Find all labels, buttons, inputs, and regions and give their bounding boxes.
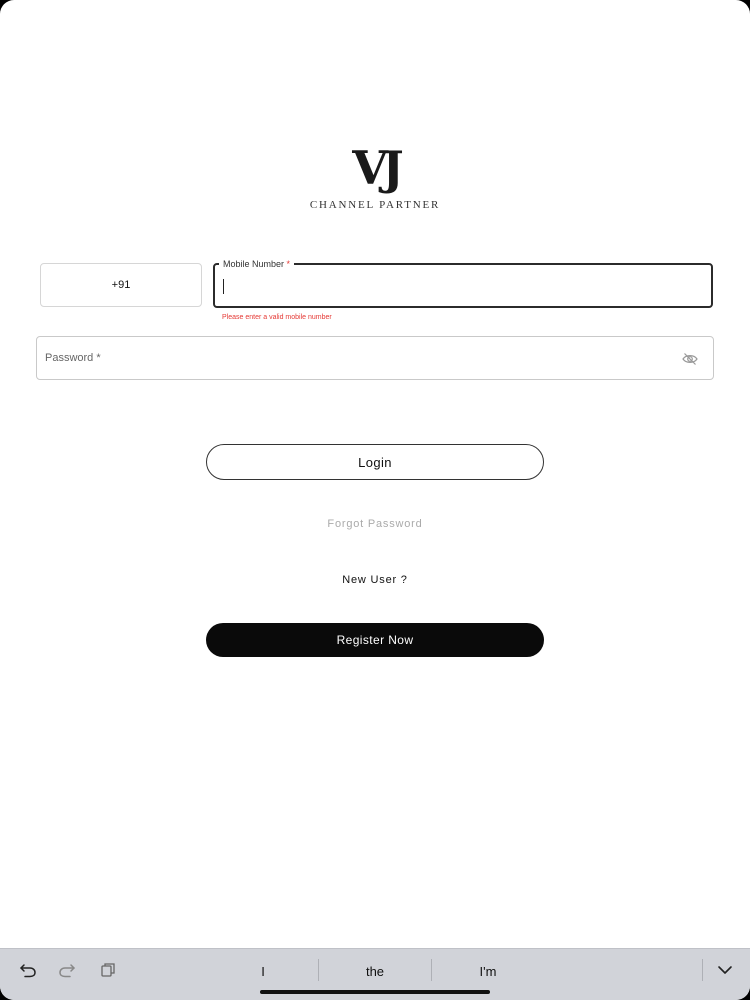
- mobile-number-label: Mobile Number *: [219, 258, 295, 270]
- password-label: Password *: [45, 352, 101, 364]
- text-cursor: [223, 279, 224, 294]
- chevron-down-icon[interactable]: [716, 962, 734, 978]
- mobile-error-message: Please enter a valid mobile number: [222, 314, 332, 321]
- home-indicator: [260, 990, 490, 994]
- required-marker: *: [286, 259, 291, 269]
- suggestion-1[interactable]: I: [208, 964, 318, 979]
- password-input[interactable]: [36, 336, 714, 380]
- suggestion-2[interactable]: the: [320, 964, 430, 979]
- suggestion-separator: [318, 959, 319, 981]
- country-code-value: +91: [111, 279, 131, 291]
- forgot-password-link[interactable]: Forgot Password: [0, 518, 750, 530]
- paste-icon[interactable]: [99, 962, 117, 978]
- suggestion-separator: [431, 959, 432, 981]
- redo-icon[interactable]: [58, 962, 76, 978]
- login-screen: VJ CHANNEL PARTNER +91 Mobile Number * P…: [0, 0, 750, 1000]
- login-button[interactable]: Login: [206, 444, 544, 480]
- login-button-label: Login: [358, 454, 392, 470]
- suggestion-separator: [702, 959, 703, 981]
- eye-off-icon[interactable]: [682, 352, 698, 366]
- register-now-button[interactable]: Register Now: [206, 623, 544, 657]
- new-user-text: New User ?: [342, 574, 408, 586]
- register-button-label: Register Now: [336, 633, 414, 647]
- brand-logo: VJ: [352, 141, 403, 195]
- undo-icon[interactable]: [19, 962, 37, 978]
- country-code-selector[interactable]: +91: [40, 263, 202, 307]
- suggestion-3[interactable]: I'm: [433, 964, 543, 979]
- brand-subtitle: CHANNEL PARTNER: [309, 199, 441, 211]
